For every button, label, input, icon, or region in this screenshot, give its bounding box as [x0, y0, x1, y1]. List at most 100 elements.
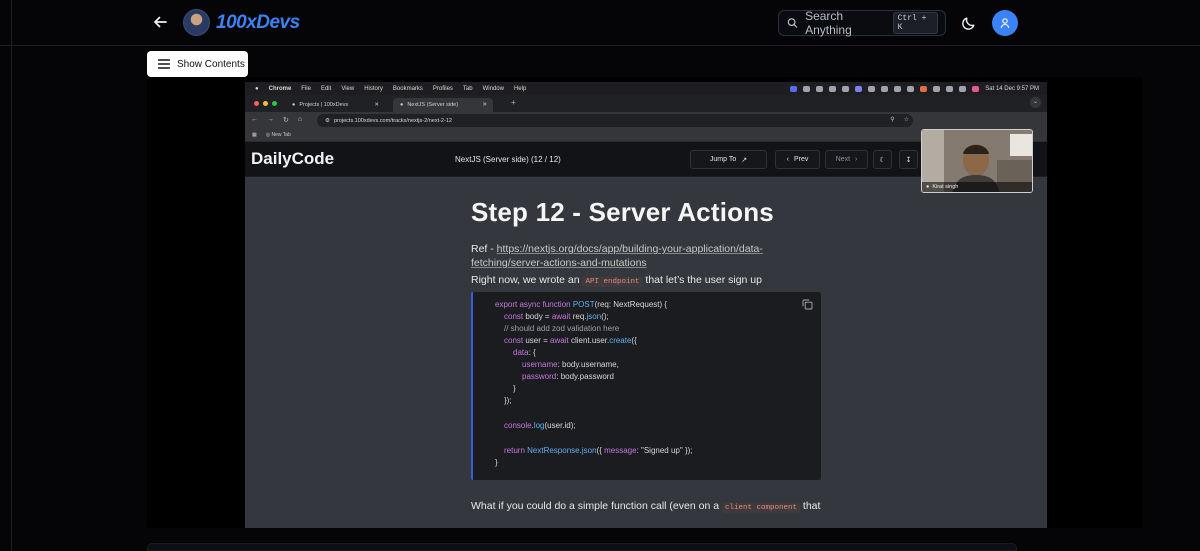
mac-menu-item: Edit — [320, 85, 332, 92]
code-token: (req: NextRequest) { — [594, 300, 668, 309]
tray-icon — [933, 85, 941, 92]
browser-tab-label: NextJS (Server side) — [407, 102, 459, 108]
followup-paragraph: What if you could do a simple function c… — [471, 499, 820, 515]
close-tab-icon[interactable]: ✕ — [374, 102, 379, 108]
tray-icon — [803, 85, 811, 92]
bookmark-star-icon[interactable]: ☆ — [904, 116, 909, 123]
mac-menu-bar: ● Chrome File Edit View History Bookmark… — [245, 82, 1047, 95]
browser-back-icon[interactable]: ← — [251, 116, 258, 124]
arrow-up-right-icon: ↗ — [741, 156, 748, 164]
code-token: json — [581, 446, 597, 455]
screen-recording: ● Chrome File Edit View History Bookmark… — [245, 82, 1047, 528]
lesson-heading: Step 12 - Server Actions — [471, 197, 774, 227]
next-button[interactable]: Next › — [825, 150, 868, 169]
browser-tab-bar: ● Projects | 100xDevs ✕ ● NextJS (Server… — [245, 95, 1047, 112]
prev-label: Prev — [793, 156, 809, 163]
code-token: req. — [572, 312, 587, 321]
bookmark-item[interactable]: ◎ New Tab — [266, 132, 291, 138]
webcam-participant-name: Kirat singh — [932, 184, 959, 190]
mac-menu-item: Chrome — [268, 85, 292, 92]
code-line: const user = await client.user.create({ — [504, 336, 637, 345]
zoom-icon[interactable]: ⚲ — [890, 116, 894, 123]
code-token: ({ — [596, 446, 605, 455]
tab-search-icon[interactable]: ⌄ — [1030, 97, 1041, 108]
chevron-right-icon: › — [855, 156, 858, 163]
paragraph-text: What if you could do a simple function c… — [471, 500, 722, 512]
window-controls — [254, 101, 277, 106]
code-token: (); — [601, 312, 609, 321]
brand-logo[interactable]: 100xDevs — [183, 9, 300, 36]
tray-icon — [829, 85, 837, 92]
download-icon: ↧ — [905, 156, 912, 164]
browser-tab-active[interactable]: ● NextJS (Server side) ✕ — [393, 98, 493, 112]
maximize-window-icon[interactable] — [272, 101, 277, 106]
apps-grid-icon[interactable]: ▦ — [252, 132, 257, 138]
search-input[interactable]: Search Anything Ctrl + K — [778, 9, 946, 37]
code-line: return NextResponse.json({ message: "Sig… — [504, 446, 693, 455]
mac-menu-item: Profiles — [432, 85, 453, 92]
code-line: } — [513, 384, 516, 393]
next-section-card — [147, 543, 1017, 551]
code-token: client.user. — [570, 336, 610, 345]
mac-clock: Sat 14 Dec 9:57 PM — [985, 85, 1039, 92]
tray-icon — [790, 85, 798, 92]
code-token: await — [551, 312, 573, 321]
search-shortcut-badge: Ctrl + K — [892, 12, 938, 34]
home-icon[interactable]: ⌂ — [298, 116, 302, 124]
user-avatar-button[interactable] — [992, 10, 1018, 36]
minimize-window-icon[interactable] — [263, 101, 268, 106]
code-line: } — [495, 458, 498, 467]
jump-to-button[interactable]: Jump To ↗ — [690, 150, 767, 169]
reference-link-continued[interactable]: fetching/server-actions-and-mutations — [471, 257, 647, 269]
show-contents-label: Show Contents — [177, 58, 245, 70]
code-token: await — [550, 336, 571, 345]
code-comment: // should add zod validation here — [504, 324, 620, 333]
address-bar[interactable]: ⚙ projects.100xdevs.com/tracks/nextjs-2/… — [317, 114, 913, 127]
search-icon — [787, 18, 798, 28]
browser-forward-icon[interactable]: → — [267, 116, 274, 124]
lesson-content: Step 12 - Server Actions Ref - https://n… — [245, 177, 1047, 528]
webcam-overlay: ● Kirat singh — [921, 129, 1033, 193]
code-token: message — [604, 446, 637, 455]
browser-toolbar: ← → ↻ ⌂ ⚙ projects.100xdevs.com/tracks/n… — [245, 112, 1047, 129]
browser-tab[interactable]: ● Projects | 100xDevs ✕ — [285, 98, 385, 112]
close-tab-icon[interactable]: ✕ — [482, 102, 487, 108]
code-token: : body.username, — [557, 360, 619, 369]
show-contents-button[interactable]: Show Contents — [147, 51, 248, 77]
mac-menu-item: File — [301, 85, 311, 92]
page: 100xDevs Search Anything Ctrl + K Show C… — [0, 0, 1200, 551]
address-bar-tools: ⚲ ☆ — [890, 116, 909, 123]
code-token: body = — [525, 312, 552, 321]
inline-code: API endpoint — [582, 277, 643, 287]
reference-link[interactable]: https://nextjs.org/docs/app/building-you… — [497, 243, 763, 255]
moon-icon: ☾ — [879, 156, 886, 164]
code-token: POST — [572, 300, 595, 309]
browser-tab-label: Projects | 100xDevs — [299, 102, 349, 108]
reference-paragraph: Ref - https://nextjs.org/docs/app/buildi… — [471, 242, 763, 270]
intro-paragraph: Right now, we wrote an API endpoint that… — [471, 273, 762, 289]
close-window-icon[interactable] — [254, 101, 259, 106]
code-token: return — [504, 446, 528, 455]
lesson-title: NextJS (Server side) (12 / 12) — [455, 155, 561, 164]
code-token: : "Signed up" }); — [636, 446, 693, 455]
theme-toggle-button[interactable] — [959, 13, 979, 33]
site-info-icon[interactable]: ⚙ — [325, 118, 330, 124]
back-button[interactable] — [150, 12, 170, 32]
code-token: log — [533, 421, 545, 430]
new-tab-icon[interactable]: + — [511, 98, 516, 107]
copy-icon[interactable] — [802, 299, 813, 310]
favicon-icon: ● — [292, 102, 296, 108]
tray-icon — [842, 85, 850, 92]
reload-icon[interactable]: ↻ — [283, 116, 289, 124]
inline-code: client component — [721, 503, 800, 513]
code-line: const body = await req.json(); — [504, 312, 609, 321]
paragraph-text: Right now, we wrote an — [471, 274, 583, 286]
code-token: password — [522, 372, 557, 381]
code-line: data: { — [513, 348, 536, 357]
prev-button[interactable]: ‹ Prev — [775, 150, 820, 169]
video-player[interactable]: ● Chrome File Edit View History Bookmark… — [147, 77, 1142, 528]
dark-mode-button[interactable]: ☾ — [873, 150, 892, 169]
download-button[interactable]: ↧ — [899, 150, 918, 169]
logo-avatar — [183, 9, 210, 36]
paragraph-text: that — [800, 500, 821, 512]
